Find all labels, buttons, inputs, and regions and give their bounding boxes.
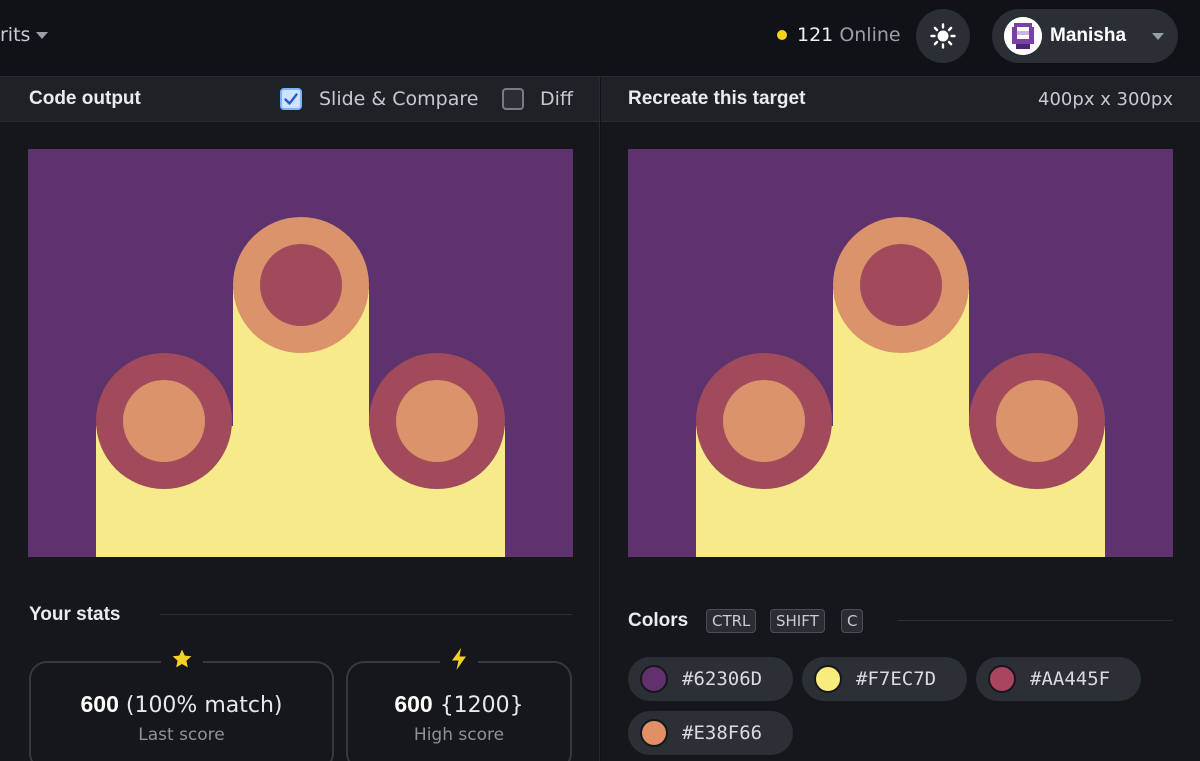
diff-label[interactable]: Diff <box>540 88 573 110</box>
top-core-shape <box>260 244 342 326</box>
stats-divider <box>160 614 572 615</box>
user-name: Manisha <box>1050 25 1127 46</box>
target-panel: Recreate this target 400px x 300px Color… <box>601 77 1200 761</box>
color-circle <box>640 719 668 747</box>
panel-title: Recreate this target <box>628 88 806 109</box>
top-core-shape <box>860 244 942 326</box>
shortcut-key-c: C <box>841 609 864 633</box>
diff-checkbox[interactable] <box>502 88 524 110</box>
nav-menu-label: rits <box>0 24 31 46</box>
high-score-detail: {1200} <box>439 693 524 718</box>
last-score-card: 600 (100% match) Last score <box>29 645 334 761</box>
top-bar: rits 121 Online Manisha <box>0 0 1200 77</box>
right-core-shape <box>396 380 478 462</box>
sun-icon <box>930 23 956 49</box>
color-hex: #F7EC7D <box>856 668 937 690</box>
color-swatch[interactable]: #62306D <box>628 657 793 701</box>
target-dimensions: 400px x 300px <box>1038 89 1173 110</box>
panel-title: Code output <box>29 88 141 109</box>
high-score-number: 600 <box>394 691 433 717</box>
online-status-icon <box>777 30 787 40</box>
color-swatch[interactable]: #AA445F <box>976 657 1141 701</box>
target-canvas <box>628 149 1173 557</box>
slide-compare-label[interactable]: Slide & Compare <box>319 88 478 110</box>
high-score-card: 600 {1200} High score <box>346 645 572 761</box>
color-hex: #62306D <box>682 668 763 690</box>
last-score-detail: (100% match) <box>125 693 283 718</box>
last-score-label: Last score <box>138 725 225 745</box>
last-score-value: 600 (100% match) <box>31 691 332 718</box>
slide-compare-checkbox[interactable] <box>280 88 302 110</box>
chevron-down-icon <box>36 31 49 39</box>
left-core-shape <box>723 380 805 462</box>
code-output-header: Code output Slide & Compare Diff <box>0 77 599 122</box>
last-score-number: 600 <box>80 691 119 717</box>
color-circle <box>814 665 842 693</box>
colors-title: Colors <box>628 610 689 631</box>
online-label: Online <box>839 24 901 46</box>
chevron-down-icon <box>1152 33 1164 40</box>
high-score-value: 600 {1200} <box>348 691 570 718</box>
color-swatch[interactable]: #F7EC7D <box>802 657 967 701</box>
color-circle <box>988 665 1016 693</box>
color-hex: #E38F66 <box>682 722 763 744</box>
lightning-icon <box>440 645 478 673</box>
user-menu-button[interactable]: Manisha <box>992 9 1178 63</box>
online-indicator: 121 Online <box>777 22 901 48</box>
star-icon <box>160 645 203 673</box>
target-header: Recreate this target 400px x 300px <box>601 77 1200 122</box>
shortcut-key-shift: SHIFT <box>770 609 825 633</box>
shortcut-key-ctrl: CTRL <box>706 609 757 633</box>
left-core-shape <box>123 380 205 462</box>
color-circle <box>640 665 668 693</box>
right-core-shape <box>996 380 1078 462</box>
color-swatch[interactable]: #E38F66 <box>628 711 793 755</box>
stats-title: Your stats <box>29 604 121 625</box>
high-score-label: High score <box>413 725 505 745</box>
colors-divider <box>898 620 1173 621</box>
check-icon <box>284 93 298 105</box>
nav-menu-partial[interactable]: rits <box>0 22 49 48</box>
output-canvas[interactable] <box>28 149 573 557</box>
color-hex: #AA445F <box>1030 668 1111 690</box>
avatar <box>1004 17 1042 55</box>
theme-toggle-button[interactable] <box>916 9 970 63</box>
online-count: 121 <box>797 24 834 46</box>
code-output-panel: Code output Slide & Compare Diff Your st… <box>0 77 600 761</box>
